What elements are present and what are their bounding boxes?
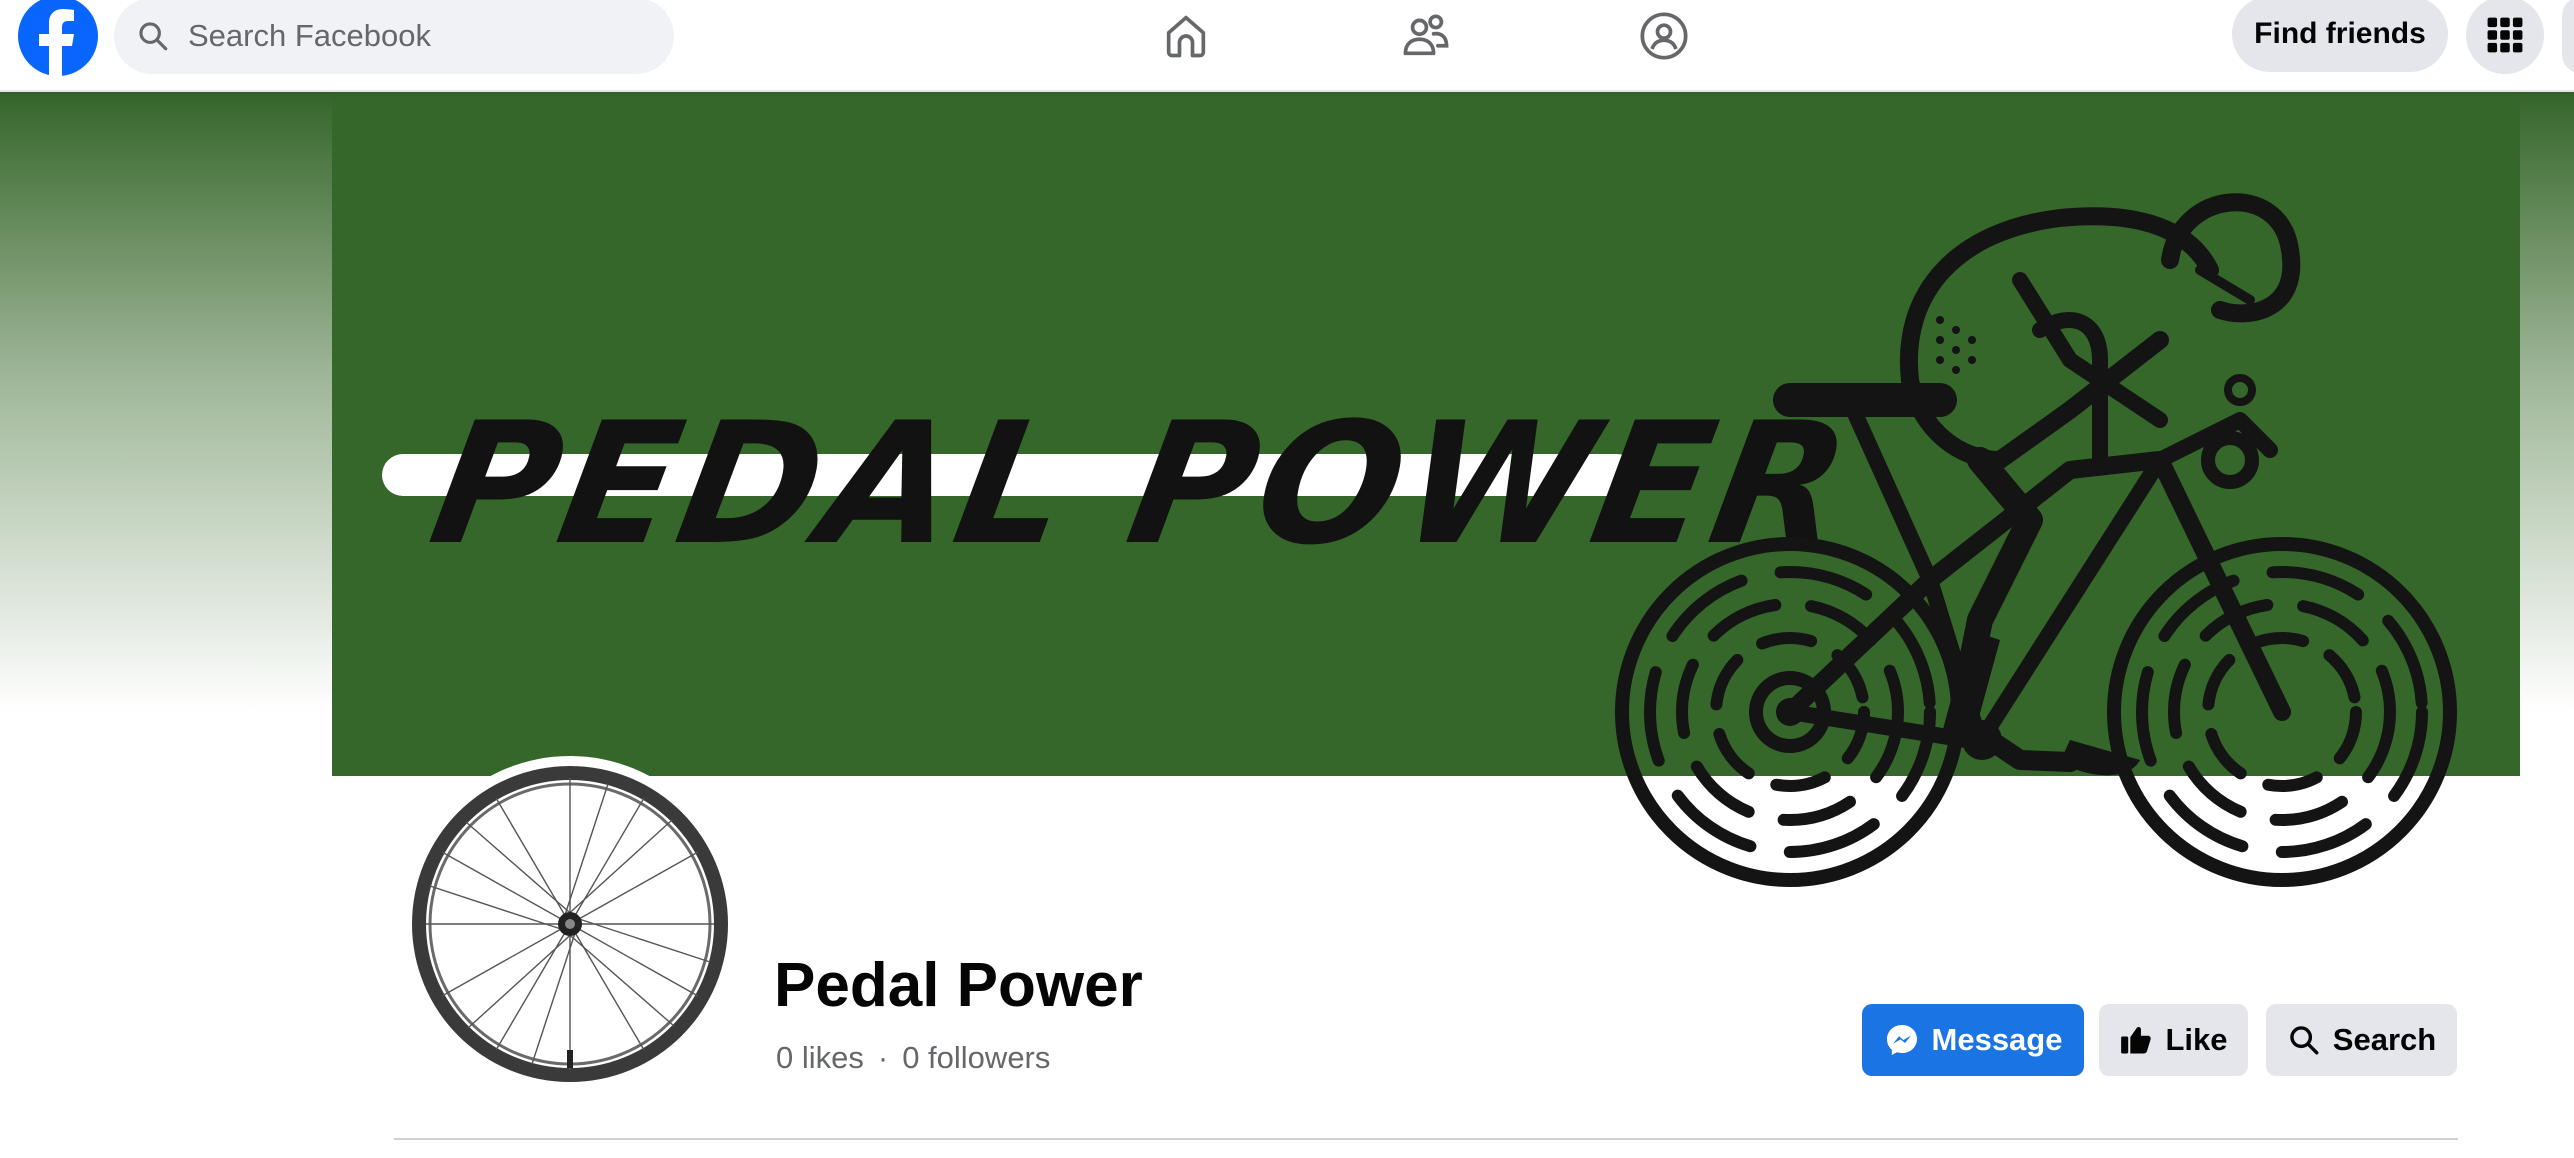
home-icon[interactable]	[1160, 10, 1212, 62]
bicycle-wheel-icon	[412, 766, 728, 1082]
followers-count[interactable]: 0 followers	[902, 1040, 1050, 1076]
messenger-button-partial[interactable]	[2562, 0, 2574, 74]
likes-count[interactable]: 0 likes	[776, 1040, 864, 1076]
like-label: Like	[2165, 1022, 2228, 1057]
cover-backdrop-right	[2520, 92, 2574, 712]
messenger-icon	[1886, 1025, 1917, 1055]
page-search-button[interactable]: Search	[2266, 1004, 2457, 1076]
facebook-logo-icon[interactable]	[18, 0, 98, 76]
like-button[interactable]: Like	[2099, 1004, 2248, 1076]
search-input[interactable]	[188, 18, 648, 54]
search-bar[interactable]	[114, 0, 674, 74]
page-stats: 0 likes · 0 followers	[776, 1040, 1050, 1076]
profile-picture[interactable]	[402, 756, 738, 1092]
page-title: Pedal Power	[774, 951, 1143, 1020]
menu-button[interactable]	[2466, 0, 2544, 74]
cover-backdrop-left	[0, 92, 332, 712]
search-icon	[139, 22, 168, 51]
search-label: Search	[2332, 1022, 2437, 1057]
header-divider	[394, 1138, 2458, 1140]
message-label: Message	[1931, 1022, 2063, 1057]
search-icon	[2290, 1026, 2319, 1055]
message-button[interactable]: Message	[1862, 1004, 2084, 1076]
cyclist-illustration	[1615, 193, 2457, 887]
top-navigation-bar: Find friends	[0, 0, 2574, 92]
stats-separator: ·	[877, 1040, 889, 1075]
find-friends-button[interactable]: Find friends	[2232, 0, 2448, 72]
profile-picture-image	[412, 766, 728, 1082]
friends-icon[interactable]	[1400, 10, 1452, 62]
thumbs-up-icon	[2121, 1026, 2152, 1054]
grid-menu-icon	[2487, 17, 2523, 53]
groups-icon[interactable]	[1638, 10, 1690, 62]
